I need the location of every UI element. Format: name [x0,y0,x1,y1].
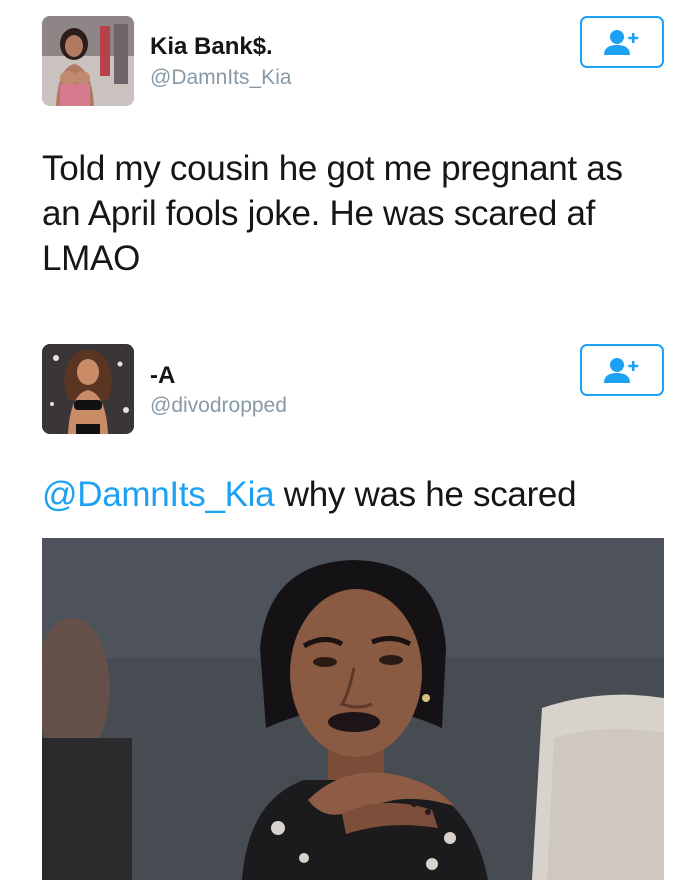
avatar-image [42,344,134,434]
reply-text: @DamnIts_Kia why was he scared [42,472,662,517]
avatar-image [42,16,134,106]
display-name[interactable]: -A [150,362,175,390]
add-user-icon [604,358,639,383]
reply-body: why was he scared [274,475,577,514]
tweet-1: Kia Bank$. @DamnIts_Kia Told my cousin h… [0,0,700,320]
follow-button[interactable] [580,344,664,396]
tweet-text: Told my cousin he got me pregnant as an … [42,149,623,278]
mention-link[interactable]: @DamnIts_Kia [42,475,275,514]
display-name[interactable]: Kia Bank$. [150,33,273,61]
avatar[interactable] [42,344,134,434]
avatar[interactable] [42,16,134,106]
reaction-photo [42,538,664,880]
add-user-icon [604,30,639,55]
user-handle[interactable]: @DamnIts_Kia [150,66,292,90]
tweet-2: -A @divodropped @DamnIts_Kia why was he … [0,330,700,880]
user-handle[interactable]: @divodropped [150,394,287,418]
tweet-media-image[interactable] [42,538,664,880]
follow-button[interactable] [580,16,664,68]
